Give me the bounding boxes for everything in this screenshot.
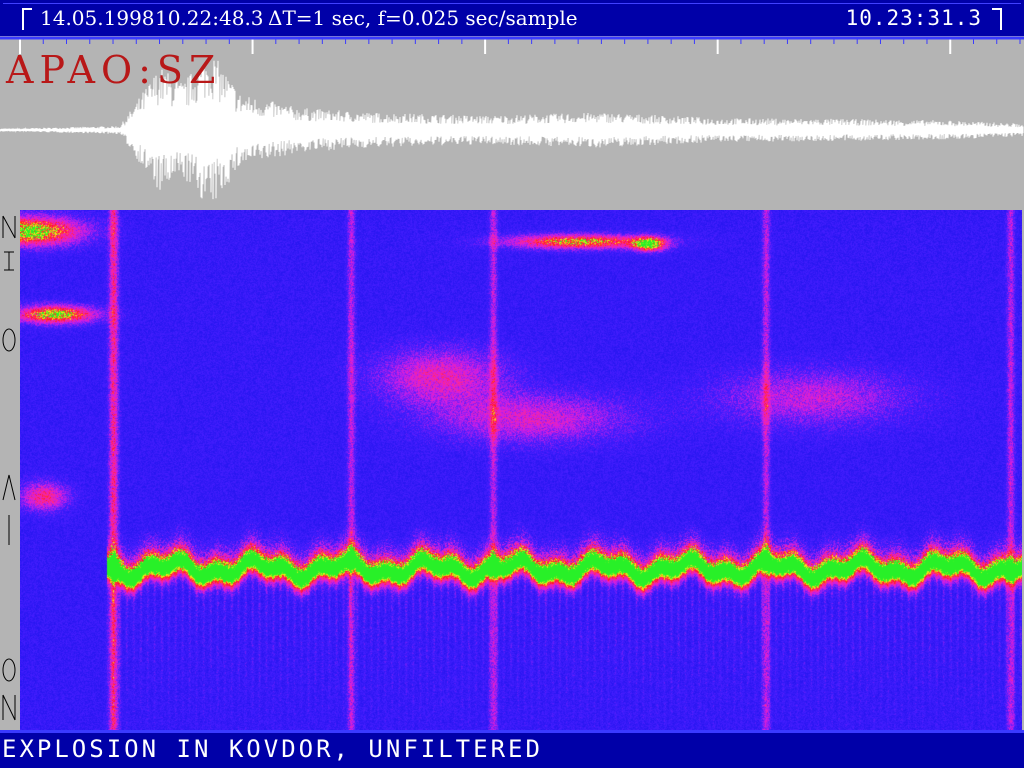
left-bracket-marker xyxy=(22,8,32,30)
spectrogram-heatmap xyxy=(20,210,1022,730)
frequency-axis-glyphs xyxy=(2,215,16,721)
right-bracket-marker xyxy=(992,8,1002,30)
caption-bar: EXPLOSION IN KOVDOR, UNFILTERED xyxy=(0,730,1024,768)
station-label: APAO:SZ xyxy=(6,48,222,92)
start-time: 10.22:48.3 xyxy=(155,6,264,30)
record-date: 14.05.1998 xyxy=(40,6,155,30)
end-time: 10.23:31.3 xyxy=(845,6,982,30)
header-bar: 14.05.1998 10.22:48.3 ΔT=1 sec, f=0.025 … xyxy=(0,0,1024,38)
caption-text: EXPLOSION IN KOVDOR, UNFILTERED xyxy=(2,735,543,763)
caption-bar-stripe xyxy=(0,730,1024,733)
frequency-axis-strip xyxy=(0,210,20,730)
sampling-params: ΔT=1 sec, f=0.025 sec/sample xyxy=(268,6,578,30)
